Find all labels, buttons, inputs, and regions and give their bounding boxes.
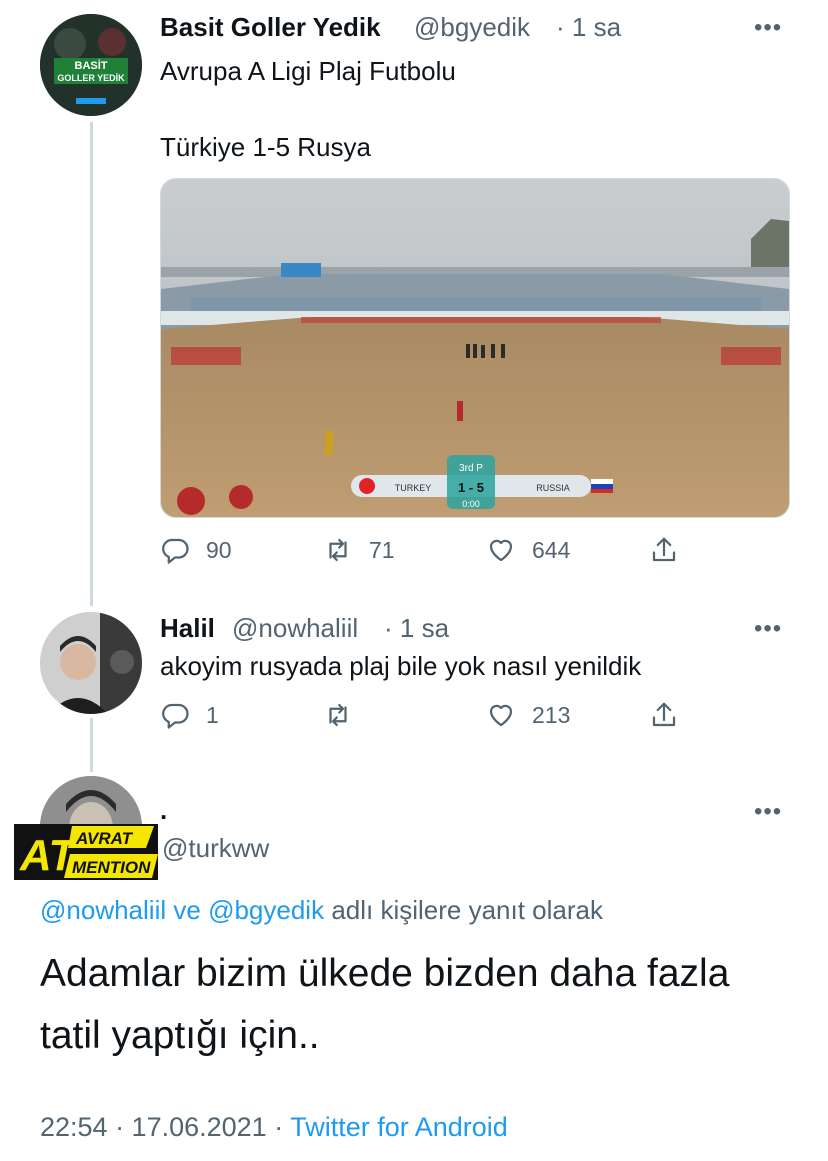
main-tweet-text-line1: Adamlar bizim ülkede bizden daha fazla bbox=[40, 952, 730, 995]
like-count: 644 bbox=[532, 536, 571, 563]
scoreboard-period: 3rd P bbox=[459, 463, 483, 474]
reply-to-link-1[interactable]: @nowhaliil bbox=[40, 895, 166, 925]
avatar-logo: BASİT GOLLER YEDİK bbox=[40, 14, 142, 116]
author-handle[interactable]: @turkww bbox=[162, 833, 269, 864]
more-icon[interactable]: ••• bbox=[754, 14, 782, 42]
retweet-button[interactable]: 71 bbox=[323, 535, 395, 565]
avatar-photo bbox=[40, 612, 142, 714]
scoreboard-team-right: RUSSIA bbox=[536, 483, 570, 493]
thread-line bbox=[90, 122, 93, 606]
reply-icon bbox=[162, 538, 189, 564]
share-icon bbox=[652, 537, 676, 562]
like-icon bbox=[489, 704, 513, 727]
thread-line bbox=[90, 718, 93, 772]
reply-conjunction: ve bbox=[173, 895, 201, 925]
avatar-text-1: BASİT bbox=[75, 59, 108, 72]
badge-top-text: AVRAT bbox=[75, 829, 134, 848]
tweet-text-line2: Türkiye 1-5 Rusya bbox=[160, 132, 371, 162]
author-name[interactable]: Basit Goller Yedik bbox=[160, 12, 381, 43]
timestamp[interactable]: 22:54 · 17.06.2021 · bbox=[40, 1112, 283, 1142]
scoreboard-clock: 0:00 bbox=[462, 499, 480, 509]
avatar[interactable] bbox=[40, 612, 142, 714]
reply-context: @nowhaliil ve @bgyedik adlı kişilere yan… bbox=[40, 895, 603, 926]
share-button[interactable] bbox=[649, 535, 695, 565]
author-handle[interactable]: @bgyedik bbox=[414, 12, 530, 43]
source-link[interactable]: Twitter for Android bbox=[290, 1112, 508, 1142]
tweet-time[interactable]: · 1 sa bbox=[556, 12, 621, 43]
at-mention-badge: AT AVRAT MENTION bbox=[14, 824, 158, 880]
more-icon[interactable]: ••• bbox=[754, 615, 782, 643]
main-tweet-text-line2: tatil yaptığı için.. bbox=[40, 1014, 320, 1057]
share-icon bbox=[652, 702, 676, 727]
reply-to-link-2[interactable]: @bgyedik bbox=[208, 895, 324, 925]
like-button[interactable]: 213 bbox=[486, 700, 570, 730]
more-icon[interactable]: ••• bbox=[754, 798, 782, 826]
reply-button[interactable]: 1 bbox=[160, 700, 219, 730]
beach-soccer-photo: 3rd P TURKEY 1 - 5 RUSSIA 0:00 bbox=[161, 179, 789, 517]
scoreboard-score: 1 - 5 bbox=[458, 480, 484, 495]
reply-suffix: adlı kişilere yanıt olarak bbox=[331, 895, 603, 925]
retweet-icon bbox=[329, 538, 347, 562]
badge-bottom-text: MENTION bbox=[72, 858, 151, 877]
retweet-icon bbox=[329, 703, 347, 727]
reply-button[interactable]: 90 bbox=[160, 535, 232, 565]
like-button[interactable]: 644 bbox=[486, 535, 570, 565]
reply-icon bbox=[162, 703, 189, 729]
scoreboard-team-left: TURKEY bbox=[395, 483, 432, 493]
tweet-text: akoyim rusyada plaj bile yok nasıl yenil… bbox=[160, 651, 642, 681]
like-count: 213 bbox=[532, 701, 571, 728]
reply-count: 1 bbox=[206, 701, 219, 728]
like-icon bbox=[489, 539, 513, 562]
tweet-media-image[interactable]: 3rd P TURKEY 1 - 5 RUSSIA 0:00 bbox=[160, 178, 790, 518]
author-name[interactable]: Halil bbox=[160, 613, 215, 644]
tweet-time[interactable]: · 1 sa bbox=[384, 613, 449, 644]
author-name[interactable]: . bbox=[160, 795, 167, 826]
tweet-text-line1: Avrupa A Ligi Plaj Futbolu bbox=[160, 56, 456, 86]
share-button[interactable] bbox=[649, 700, 695, 730]
retweet-count: 71 bbox=[369, 536, 395, 563]
avatar-text-2: GOLLER YEDİK bbox=[57, 73, 125, 83]
author-handle[interactable]: @nowhaliil bbox=[232, 613, 358, 644]
retweet-button[interactable] bbox=[323, 700, 369, 730]
reply-count: 90 bbox=[206, 536, 232, 563]
avatar[interactable]: BASİT GOLLER YEDİK bbox=[40, 14, 142, 116]
tweet-metadata: 22:54 · 17.06.2021 · Twitter for Android bbox=[40, 1112, 508, 1143]
